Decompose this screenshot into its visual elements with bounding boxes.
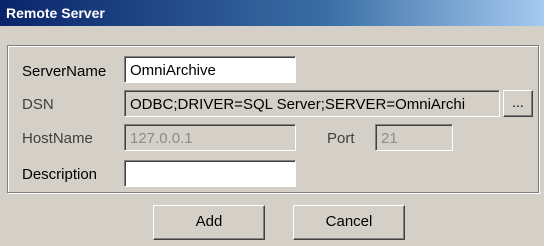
description-label: Description — [22, 166, 98, 183]
remote-server-dialog: Remote Server ServerName OmniArchive DSN… — [0, 0, 545, 246]
port-input: 21 — [375, 124, 453, 151]
title-bar: Remote Server — [0, 0, 544, 26]
dsn-label: DSN — [22, 96, 54, 113]
server-name-input[interactable]: OmniArchive — [124, 56, 296, 83]
host-name-label: HostName — [22, 130, 93, 147]
host-name-input: 127.0.0.1 — [124, 124, 296, 151]
port-label: Port — [327, 130, 355, 147]
dsn-input[interactable]: ODBC;DRIVER=SQL Server;SERVER=OmniArchi — [124, 90, 500, 117]
dsn-browse-button[interactable]: ... — [503, 90, 533, 117]
server-name-label: ServerName — [22, 63, 107, 80]
cancel-button[interactable]: Cancel — [293, 205, 405, 240]
window-title: Remote Server — [6, 5, 105, 21]
add-button[interactable]: Add — [153, 205, 265, 240]
description-input[interactable] — [124, 160, 296, 187]
